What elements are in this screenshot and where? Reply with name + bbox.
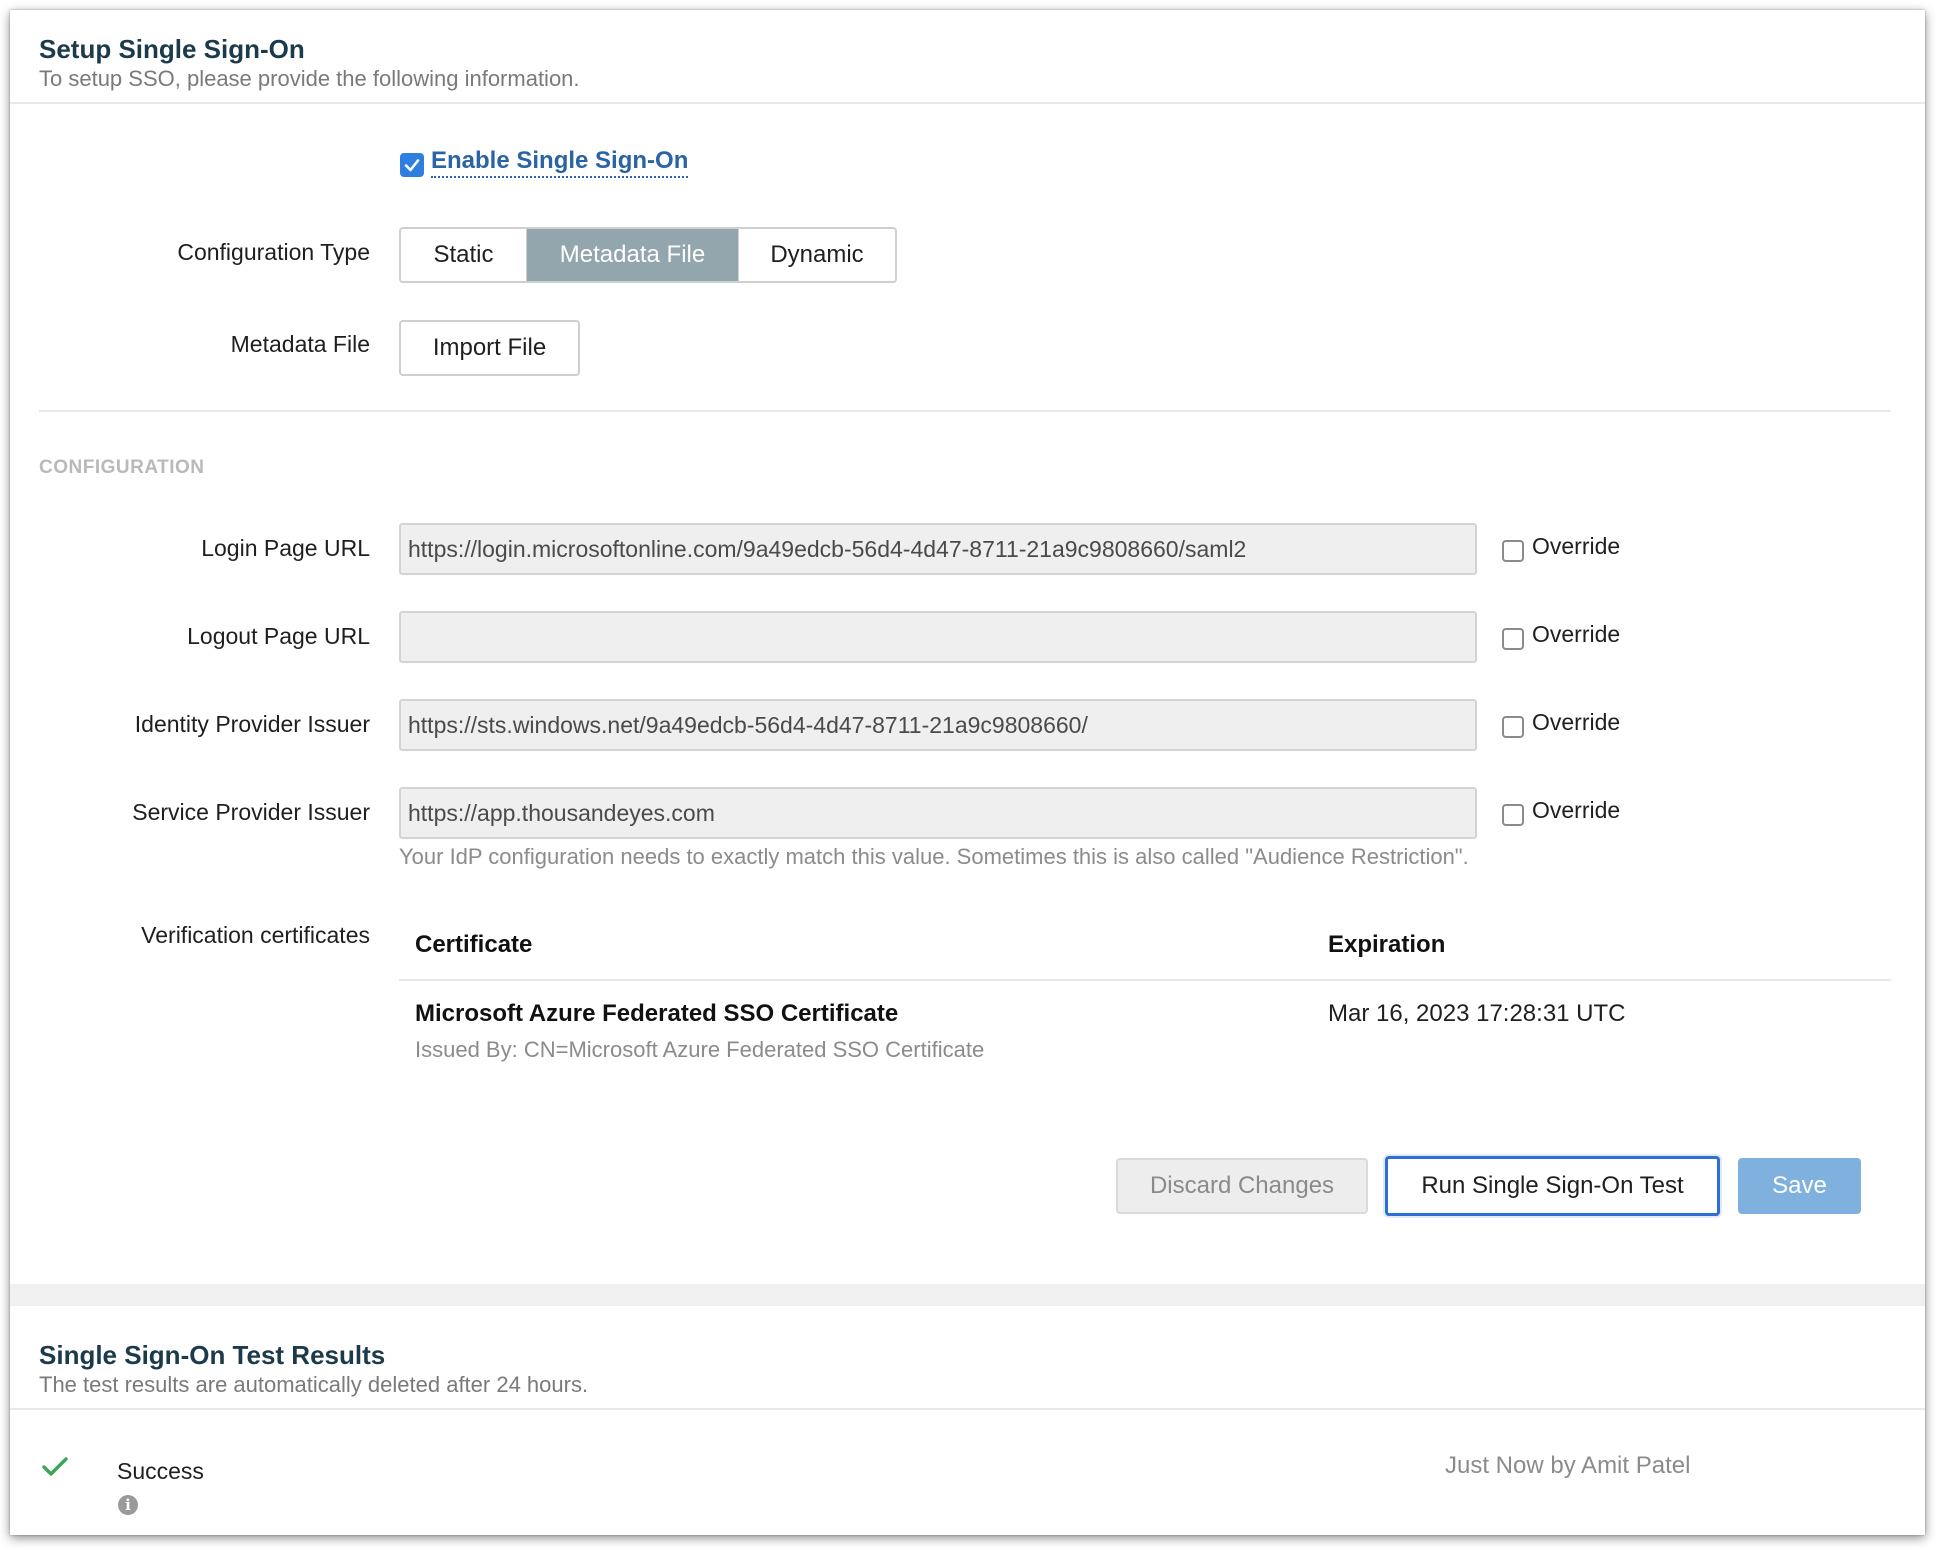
logout-page-url-label: Logout Page URL	[187, 623, 370, 649]
login-page-url-label: Login Page URL	[201, 535, 370, 561]
logout-page-url-override-checkbox[interactable]	[1502, 628, 1524, 650]
page-subtitle: To setup SSO, please provide the followi…	[39, 66, 580, 91]
import-file-button[interactable]: Import File	[399, 320, 580, 376]
section-divider	[39, 410, 1891, 412]
header-divider	[10, 102, 1925, 104]
section-separator	[10, 1284, 1925, 1306]
run-sso-test-button[interactable]: Run Single Sign-On Test	[1385, 1156, 1720, 1216]
config-type-dynamic[interactable]: Dynamic	[738, 229, 895, 281]
test-results-title: Single Sign-On Test Results	[39, 1340, 386, 1370]
info-icon[interactable]: i	[118, 1495, 138, 1515]
test-results-divider	[10, 1408, 1925, 1410]
logout-page-url-override-label: Override	[1532, 621, 1621, 647]
discard-changes-button[interactable]: Discard Changes	[1116, 1158, 1368, 1214]
enable-sso-label[interactable]: Enable Single Sign-On	[431, 147, 689, 178]
login-page-url-input[interactable]: https://login.microsoftonline.com/9a49ed…	[399, 523, 1477, 575]
enable-sso-checkbox[interactable]	[400, 153, 424, 177]
idp-issuer-input[interactable]: https://sts.windows.net/9a49edcb-56d4-4d…	[399, 699, 1477, 751]
idp-issuer-label: Identity Provider Issuer	[134, 711, 370, 737]
metadata-file-label: Metadata File	[230, 331, 370, 357]
test-result-status: Success	[117, 1458, 204, 1484]
sp-issuer-override-label: Override	[1532, 797, 1621, 823]
certificate-column-header: Certificate	[415, 931, 533, 958]
sp-issuer-input[interactable]: https://app.thousandeyes.com	[399, 787, 1477, 839]
save-button[interactable]: Save	[1738, 1158, 1861, 1214]
test-result-byline: Just Now by Amit Patel	[1445, 1452, 1691, 1479]
sp-issuer-override-checkbox[interactable]	[1502, 804, 1524, 826]
certificate-name: Microsoft Azure Federated SSO Certificat…	[415, 1000, 899, 1027]
page-title: Setup Single Sign-On	[39, 34, 305, 64]
logout-page-url-input[interactable]	[399, 611, 1477, 663]
idp-issuer-override-label: Override	[1532, 709, 1621, 735]
config-type-metadata-file[interactable]: Metadata File	[527, 229, 738, 281]
certificate-table-divider	[399, 979, 1891, 981]
sp-issuer-label: Service Provider Issuer	[132, 799, 370, 825]
config-type-segmented-control: Static Metadata File Dynamic	[399, 227, 897, 283]
test-results-subtitle: The test results are automatically delet…	[39, 1372, 589, 1397]
idp-issuer-override-checkbox[interactable]	[1502, 716, 1524, 738]
login-page-url-override-label: Override	[1532, 533, 1621, 559]
config-type-label: Configuration Type	[177, 239, 370, 265]
certificate-expiration: Mar 16, 2023 17:28:31 UTC	[1328, 1000, 1626, 1027]
config-type-static[interactable]: Static	[401, 229, 527, 281]
checkbox-checked-icon	[404, 159, 420, 172]
certificate-issuer: Issued By: CN=Microsoft Azure Federated …	[415, 1037, 985, 1062]
configuration-caption: CONFIGURATION	[39, 457, 205, 478]
expiration-column-header: Expiration	[1328, 931, 1446, 958]
checkmark-icon	[40, 1454, 70, 1485]
sp-issuer-hint: Your IdP configuration needs to exactly …	[399, 844, 1469, 869]
login-page-url-override-checkbox[interactable]	[1502, 540, 1524, 562]
verification-certificates-label: Verification certificates	[141, 922, 370, 948]
sso-panel: Setup Single Sign-On To setup SSO, pleas…	[10, 10, 1925, 1535]
